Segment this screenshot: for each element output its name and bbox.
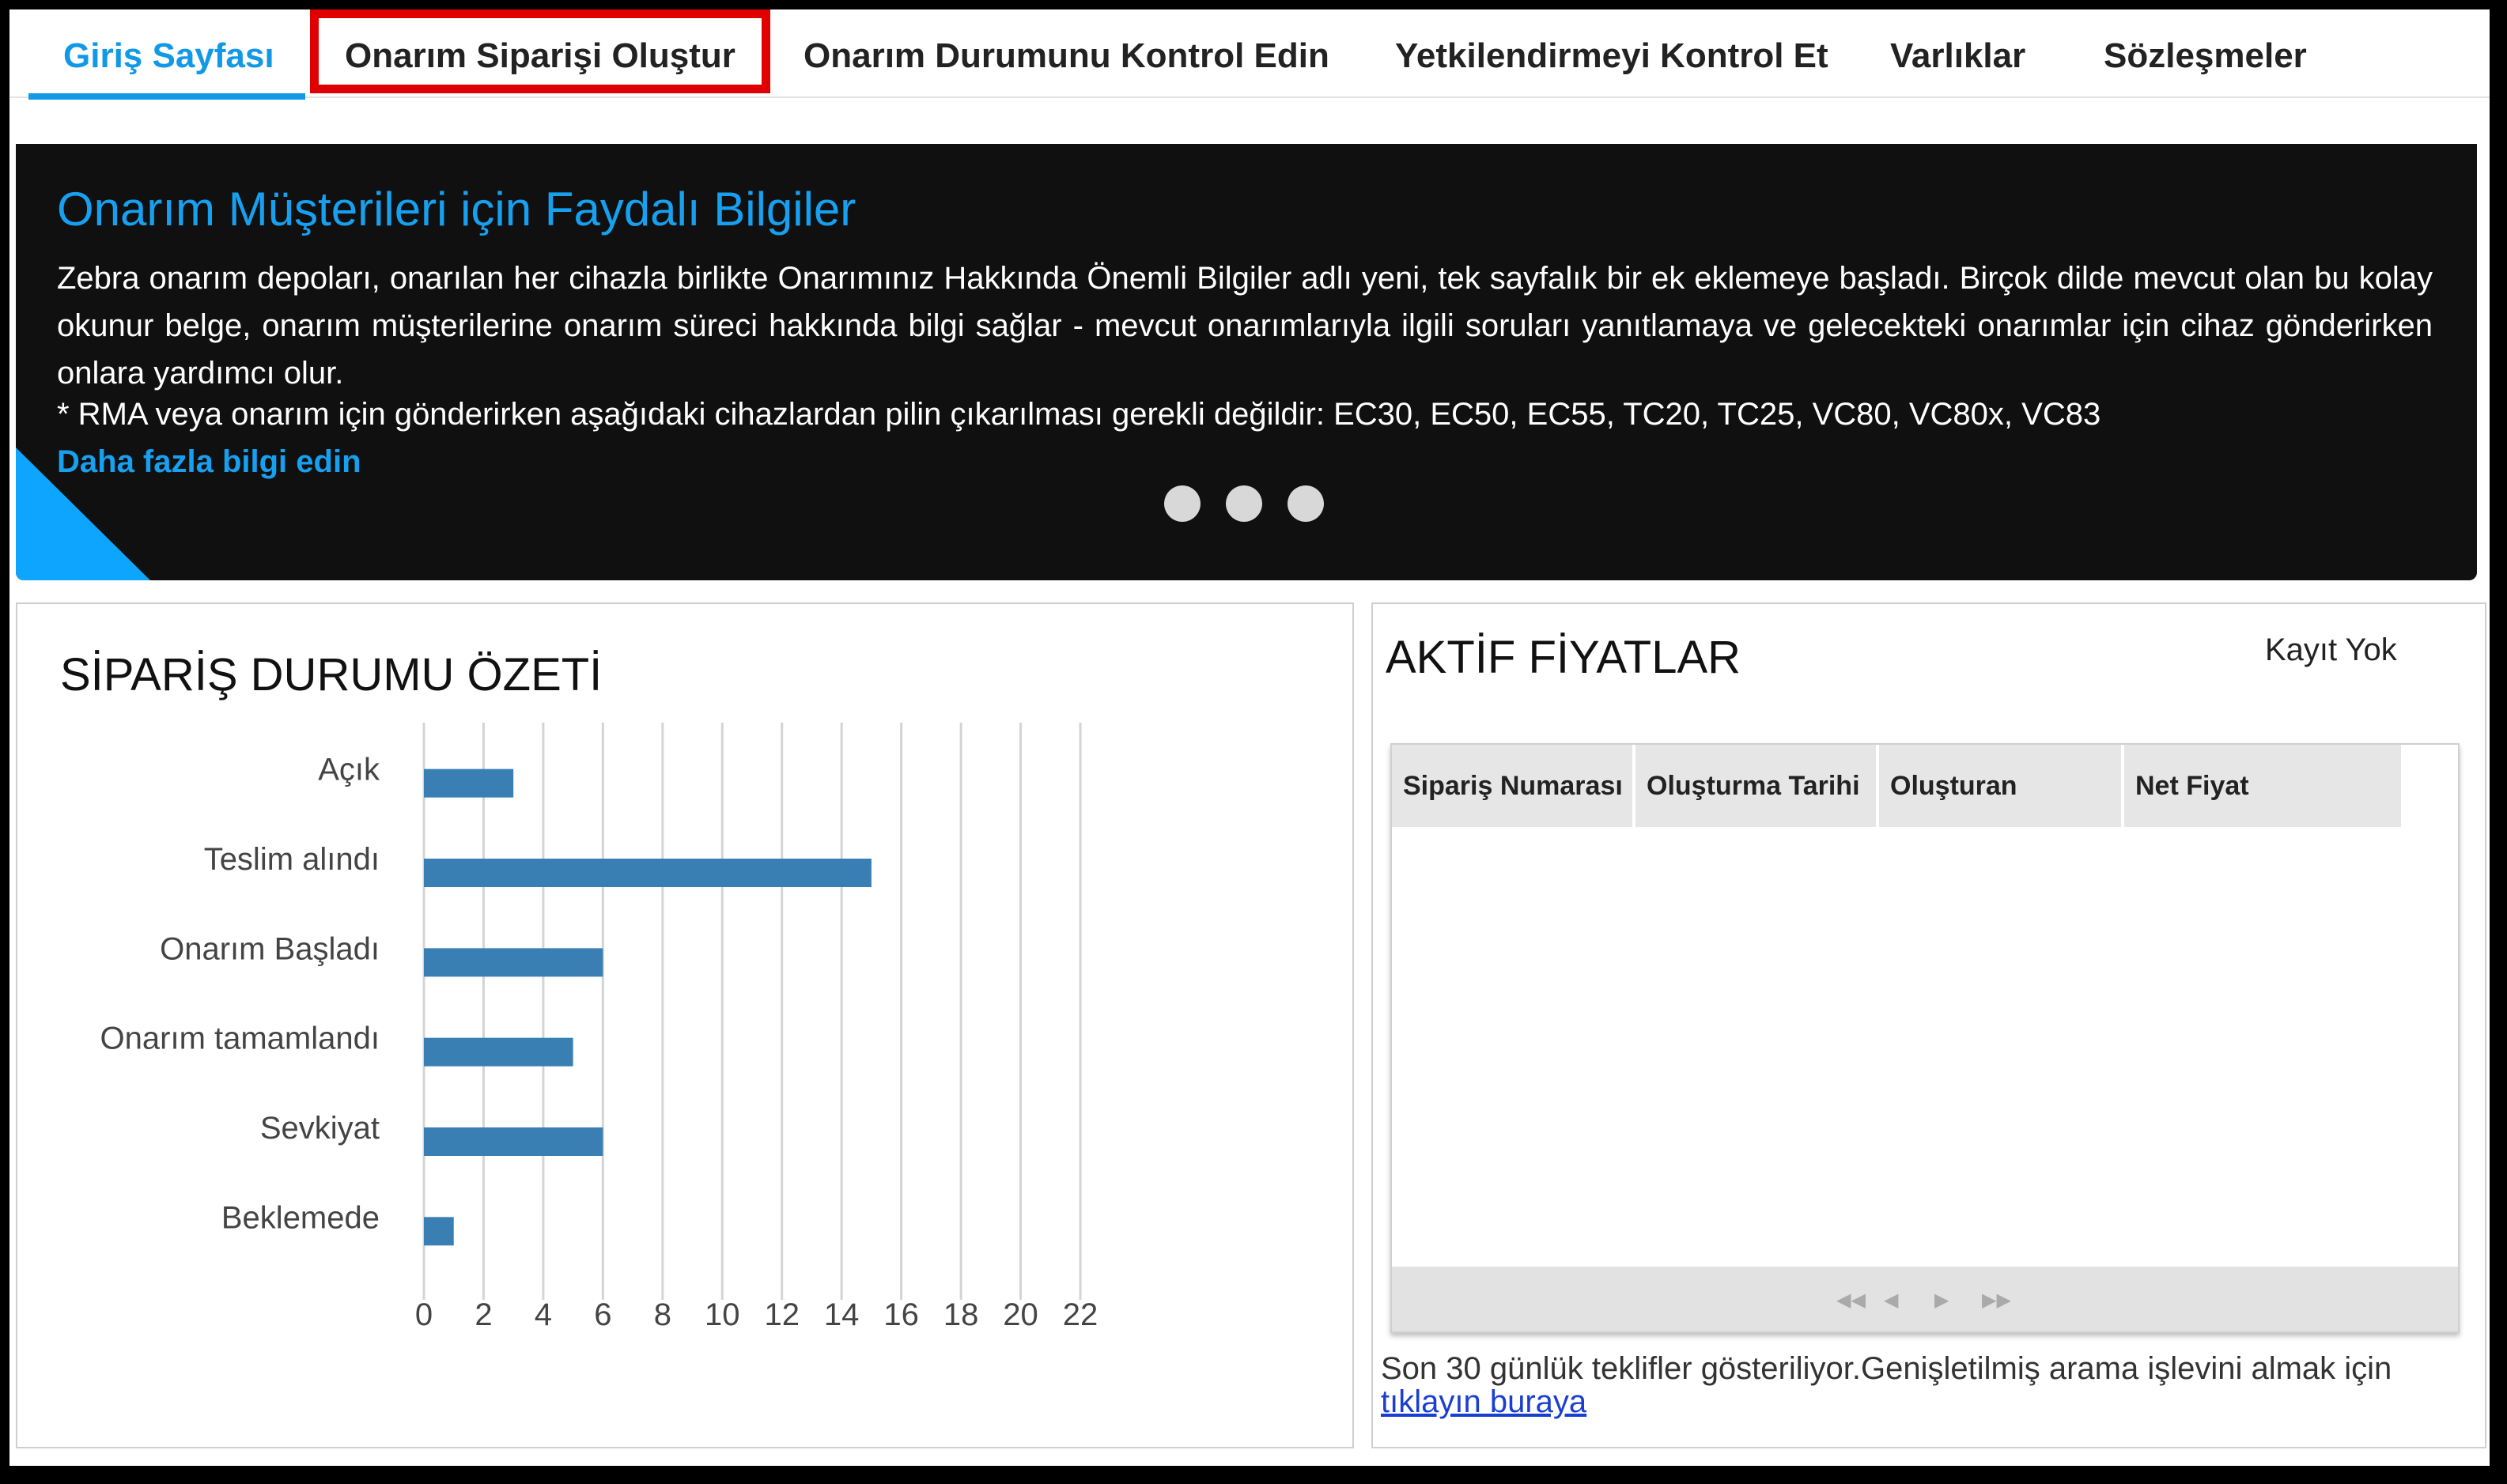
quotes-footer-note: Son 30 günlük teklifler gösteriliyor.Gen… (1381, 1352, 2472, 1418)
x-tick-label: 22 (1063, 1297, 1098, 1332)
last-page-icon[interactable]: ▶▶ (1982, 1289, 2011, 1312)
bar-6[interactable] (424, 1217, 454, 1246)
category-label: Onarım tamamlandı (100, 1021, 380, 1056)
column-created-date[interactable]: Oluşturma Tarihi (1635, 745, 1879, 827)
x-tick-label: 18 (943, 1297, 979, 1332)
category-label: Teslim alındı (204, 842, 380, 877)
no-records-label: Kayıt Yok (2265, 632, 2397, 667)
grid-pager: ◀◀ ◀ ▶ ▶▶ (1392, 1267, 2458, 1331)
order-status-summary-panel: SİPARİŞ DURUMU ÖZETİ 0 2 4 6 8 10 12 14 16 18 20 22… (16, 602, 1354, 1448)
category-label: Beklemede (221, 1200, 380, 1235)
active-tab-underline (28, 93, 305, 100)
page-frame: Giriş Sayfası Onarım Siparişi Oluştur On… (9, 9, 2490, 1466)
category-label: Açık (318, 753, 380, 787)
x-tick-label: 12 (764, 1297, 800, 1332)
next-page-icon[interactable]: ▶ (1934, 1289, 1949, 1312)
x-tick-label: 8 (654, 1297, 671, 1332)
bar-5[interactable] (424, 1127, 603, 1156)
tab-contracts[interactable]: Sözleşmeler (2104, 9, 2307, 96)
bar-3[interactable] (424, 948, 603, 977)
tab-create-repair-order[interactable]: Onarım Siparişi Oluştur (345, 9, 735, 96)
active-prices-title: AKTİF FİYATLAR (1386, 632, 1741, 683)
active-prices-grid: Sipariş Numarası Oluşturma Tarihi Oluştu… (1390, 743, 2460, 1333)
order-status-bar-chart: 0 2 4 6 8 10 12 14 16 18 20 22 Açık Teslim alındı Onar… (100, 723, 1098, 1332)
banner-title: Onarım Müşterileri için Faydalı Bilgiler (57, 183, 856, 236)
carousel-dot-1[interactable] (1164, 485, 1201, 522)
x-tick-label: 16 (883, 1297, 919, 1332)
top-navigation: Giriş Sayfası Onarım Siparişi Oluştur On… (9, 9, 2490, 100)
x-tick-label: 20 (1003, 1297, 1038, 1332)
grid-header: Sipariş Numarası Oluşturma Tarihi Oluştu… (1392, 745, 2401, 827)
tab-assets[interactable]: Varlıklar (1890, 9, 2025, 96)
category-label: Sevkiyat (260, 1111, 380, 1146)
x-tick-label: 14 (824, 1297, 860, 1332)
x-tick-label: 10 (705, 1297, 740, 1332)
bar-2[interactable] (424, 859, 872, 887)
carousel-dot-3[interactable] (1288, 485, 1324, 522)
bar-1[interactable] (424, 768, 514, 798)
column-net-price[interactable]: Net Fiyat (2124, 745, 2401, 827)
x-tick-label: 6 (594, 1297, 611, 1332)
x-tick-label: 4 (535, 1297, 552, 1332)
banner-corner-triangle (16, 447, 150, 580)
tab-check-authorization[interactable]: Yetkilendirmeyi Kontrol Et (1395, 9, 1828, 96)
bar-4[interactable] (424, 1037, 573, 1067)
info-banner: Onarım Müşterileri için Faydalı Bilgiler… (16, 144, 2477, 580)
click-here-link[interactable]: tıklayın buraya (1381, 1384, 1586, 1419)
active-prices-panel: AKTİF FİYATLAR Kayıt Yok Sipariş Numaras… (1371, 602, 2486, 1448)
tab-home[interactable]: Giriş Sayfası (63, 9, 274, 96)
prev-page-icon[interactable]: ◀ (1884, 1289, 1898, 1312)
quotes-footer-text: Son 30 günlük teklifler gösteriliyor.Gen… (1381, 1351, 2392, 1386)
column-created-by[interactable]: Oluşturan (1879, 745, 2124, 827)
banner-note: * RMA veya onarım için gönderirken aşağı… (57, 397, 2101, 432)
first-page-icon[interactable]: ◀◀ (1836, 1289, 1866, 1312)
tab-check-repair-status[interactable]: Onarım Durumunu Kontrol Edin (804, 9, 1329, 96)
banner-body: Zebra onarım depoları, onarılan her ciha… (57, 261, 2433, 391)
x-tick-label: 2 (475, 1297, 492, 1332)
x-tick-label: 0 (415, 1297, 433, 1332)
column-order-number[interactable]: Sipariş Numarası (1392, 745, 1635, 827)
carousel-dot-2[interactable] (1226, 485, 1262, 522)
category-label: Onarım Başladı (160, 931, 380, 966)
